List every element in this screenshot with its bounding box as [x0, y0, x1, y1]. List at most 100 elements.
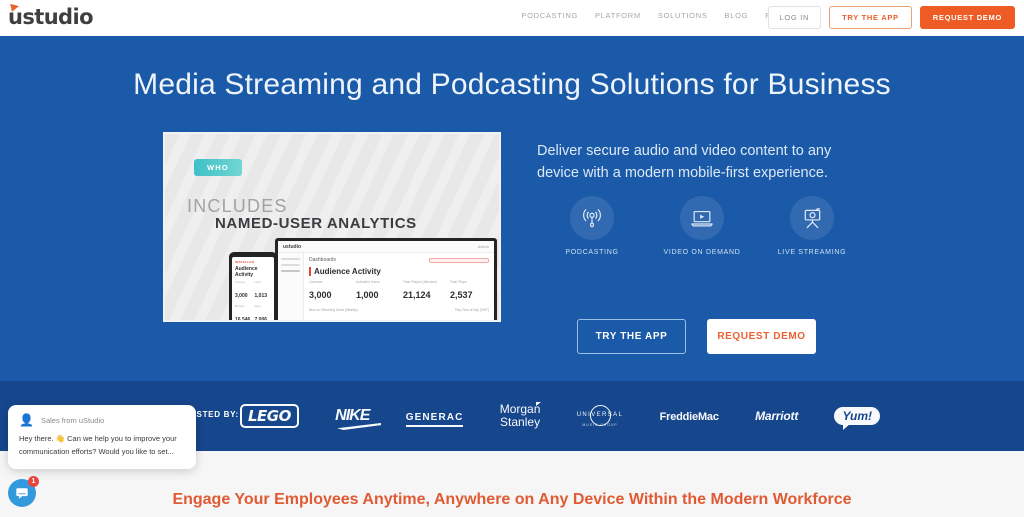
- phone-heading: Audience Activity: [235, 266, 258, 278]
- nav-link-blog[interactable]: BLOG: [725, 11, 749, 20]
- page-root: ustudio PODCASTING PLATFORM SOLUTIONS BL…: [0, 0, 1024, 517]
- brand-logo-freddie-mac: FreddieMac: [659, 411, 719, 423]
- dashboard-sidebar: [278, 253, 304, 320]
- dashboard-topbar: ustudio Admin: [278, 241, 494, 253]
- breadcrumb: Dashboards: [309, 257, 336, 263]
- phone-stat-label: Minutes: [235, 305, 245, 308]
- phone-stat: Minutes 16,546: [235, 305, 252, 322]
- site-logo[interactable]: ustudio: [8, 2, 94, 30]
- play-triangle-icon: [10, 2, 20, 12]
- brand-logo-universal: UNIVERSAL MUSIC GROUP: [577, 405, 624, 427]
- brand-logo-nike: NIKE: [335, 407, 370, 424]
- brand-logos: LEGO NIKE GENERAC Morgan Stanley UNIVERS…: [240, 381, 880, 451]
- stat-total-plays: Total Plays 2,537: [450, 280, 489, 303]
- stat-value: 3,000: [309, 290, 332, 300]
- dashboard-breadcrumb-row: Dashboards: [309, 257, 489, 263]
- feature-video-on-demand[interactable]: VIDEO ON DEMAND: [647, 196, 757, 256]
- phone-stat: Plays 7,006: [254, 305, 272, 322]
- stat-activated-users: Activated Users 1,000: [356, 280, 395, 303]
- avatar: 👤: [19, 413, 34, 427]
- sidebar-item-placeholder: [281, 258, 300, 260]
- feature-label: VIDEO ON DEMAND: [663, 249, 741, 256]
- stat-value: 1,000: [356, 290, 379, 300]
- chat-header: 👤 Sales from uStudio: [19, 414, 185, 426]
- brand-logo-yum: Yum!: [834, 407, 880, 425]
- nav-link-solutions[interactable]: SOLUTIONS: [658, 11, 708, 20]
- feature-label: PODCASTING: [565, 249, 619, 256]
- phone-stat: Users 1,013: [255, 281, 272, 302]
- dashboard-chart-labels: New vs. Returning Users (Weekly) Play Ti…: [309, 308, 489, 312]
- nav-link-podcasting[interactable]: PODCASTING: [521, 11, 578, 20]
- brand-logo-generac: GENERAC: [405, 407, 464, 427]
- dashboard-stats: Licenses 3,000 Activated Users 1,000 Tim…: [309, 280, 489, 303]
- dashboard-logo: ustudio: [283, 243, 302, 250]
- dashboard-user-menu: Admin: [477, 244, 489, 249]
- nav-buttons: LOG IN TRY THE APP REQUEST DEMO: [767, 6, 1015, 29]
- phone-stat-value: 3,000: [235, 293, 248, 299]
- hero-section: Media Streaming and Podcasting Solutions…: [0, 36, 1024, 381]
- brand-logo-marriott: Marriott: [755, 409, 799, 423]
- nav-link-platform[interactable]: PLATFORM: [595, 11, 641, 20]
- login-button[interactable]: LOG IN: [767, 6, 822, 29]
- hero-cta-row: TRY THE APP REQUEST DEMO: [577, 319, 816, 354]
- stat-label: Activated Users: [356, 280, 380, 284]
- stat-label: Time Played (Minutes): [403, 280, 437, 284]
- phone-stat-value: 1,013: [254, 293, 268, 299]
- feature-live-streaming[interactable]: LIVE STREAMING: [757, 196, 867, 256]
- laptop-play-icon: [680, 196, 724, 240]
- phone-stat-row: Minutes 16,546 Plays 7,006: [235, 305, 272, 322]
- date-range-pill: [429, 257, 489, 263]
- card-headline: NAMED-USER ANALYTICS: [215, 215, 417, 232]
- who-badge: WHO: [194, 159, 242, 176]
- phone-stat-label: Users: [254, 281, 262, 284]
- phone-stat-value: 7,006: [254, 317, 268, 322]
- universal-name: UNIVERSAL: [576, 412, 624, 418]
- morgan-triangle-icon: [536, 402, 542, 406]
- phone-stat-row: Licenses 3,000 Users 1,013: [235, 281, 271, 302]
- hero-try-the-app-button[interactable]: TRY THE APP: [577, 319, 686, 354]
- dashboard-body: Dashboards Audience Activity Licenses 3,…: [278, 253, 494, 320]
- stat-label: Total Plays: [450, 280, 467, 284]
- phone-mockup: INSTALLED Audience Activity Licenses 3,0…: [229, 252, 277, 322]
- brand-logo-morgan-stanley: Morgan Stanley: [500, 402, 542, 429]
- try-the-app-button[interactable]: TRY THE APP: [829, 6, 912, 29]
- phone-stat-label: Plays: [254, 305, 261, 308]
- top-navigation-bar: ustudio PODCASTING PLATFORM SOLUTIONS BL…: [0, 0, 1024, 36]
- stat-label: Licenses: [309, 280, 323, 284]
- request-demo-button[interactable]: REQUEST DEMO: [919, 6, 1015, 29]
- hero-subtitle: Deliver secure audio and video content t…: [537, 143, 832, 181]
- hero-feature-row: PODCASTING VIDEO ON DEMAND LIVE STREAMIN…: [537, 196, 867, 256]
- chat-message-text: Hey there. 👋 Can we help you to improve …: [19, 434, 177, 456]
- sidebar-item-placeholder: [281, 270, 300, 272]
- stat-value: 21,124: [403, 290, 431, 300]
- chat-message-popup[interactable]: 👤 Sales from uStudio Hey there. 👋 Can we…: [8, 405, 196, 469]
- stat-time-played: Time Played (Minutes) 21,124: [403, 280, 442, 303]
- bottom-headline: Engage Your Employees Anytime, Anywhere …: [172, 491, 852, 508]
- morgan-line2: Stanley: [500, 415, 541, 429]
- chart-label-right: Play Time of Day (GMT): [454, 308, 489, 312]
- phone-stat: Licenses 3,000: [235, 281, 252, 302]
- chat-unread-badge: 1: [28, 476, 39, 487]
- logo-text: ustudio: [8, 5, 94, 29]
- camera-tripod-icon: [790, 196, 834, 240]
- chart-label-left: New vs. Returning Users (Weekly): [309, 308, 358, 312]
- feature-label: LIVE STREAMING: [777, 249, 847, 256]
- card-kicker: INCLUDES: [187, 196, 288, 216]
- phone-tag: INSTALLED: [235, 260, 255, 264]
- dashboard-mockup: ustudio Admin Dashboards Audience Activi…: [275, 238, 497, 320]
- phone-stat-label: Licenses: [235, 281, 246, 284]
- page-title: Media Streaming and Podcasting Solutions…: [133, 68, 891, 101]
- phone-screen: INSTALLED Audience Activity Licenses 3,0…: [232, 257, 274, 322]
- chat-sender: Sales from uStudio: [40, 415, 105, 425]
- dashboard-main: Dashboards Audience Activity Licenses 3,…: [304, 253, 494, 320]
- dashboard-heading: Audience Activity: [309, 267, 489, 276]
- chat-bubble-icon: [16, 488, 28, 499]
- sidebar-item-placeholder: [281, 264, 300, 266]
- chat-launcher-button[interactable]: 1: [8, 476, 39, 507]
- podcast-microphone-icon: [570, 196, 614, 240]
- feature-podcasting[interactable]: PODCASTING: [537, 196, 647, 256]
- universal-sub: MUSIC GROUP: [582, 423, 618, 427]
- hero-request-demo-button[interactable]: REQUEST DEMO: [707, 319, 816, 354]
- brand-logo-lego: LEGO: [240, 403, 299, 428]
- phone-stat-value: 16,546: [235, 317, 251, 322]
